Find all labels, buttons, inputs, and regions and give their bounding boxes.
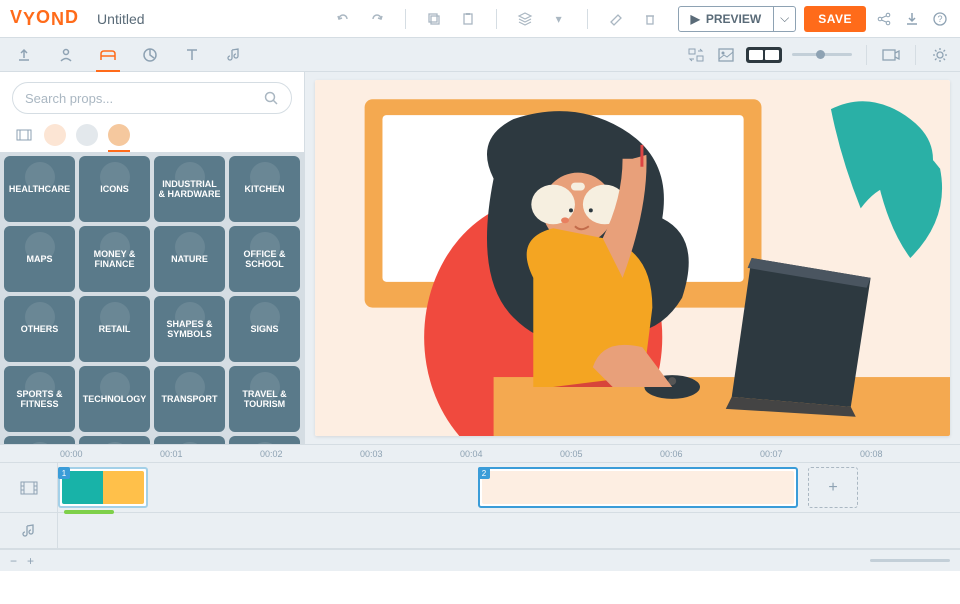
style-filter-2[interactable] (76, 124, 98, 146)
stage[interactable] (315, 80, 950, 436)
search-input[interactable] (12, 82, 292, 114)
top-toolbar: VYOND Untitled ▾ ▶PREVIEW ⌵ SAVE ? (0, 0, 960, 38)
add-scene-button[interactable]: + (808, 467, 858, 508)
paste-icon[interactable] (458, 9, 478, 29)
prop-category[interactable]: NATURE (154, 226, 225, 292)
svg-text:?: ? (937, 14, 942, 24)
settings-icon[interactable] (930, 45, 950, 65)
character-tab-icon[interactable] (52, 41, 80, 69)
prop-category[interactable]: ICONS (79, 156, 150, 222)
audio-track (0, 513, 960, 549)
time-ruler[interactable]: 00:0000:0100:0200:0300:0400:0500:0600:07… (0, 445, 960, 463)
zoom-in-button[interactable]: + (27, 554, 34, 568)
prop-category[interactable]: HEALTHCARE (4, 156, 75, 222)
ruler-tick: 00:04 (460, 445, 560, 462)
download-icon[interactable] (902, 9, 922, 29)
undo-icon[interactable] (333, 9, 353, 29)
style-filter-3[interactable] (108, 124, 130, 146)
ruler-tick: 00:07 (760, 445, 860, 462)
prop-category[interactable] (4, 436, 75, 444)
help-icon[interactable]: ? (930, 9, 950, 29)
prop-category[interactable]: SHAPES & SYMBOLS (154, 296, 225, 362)
save-button[interactable]: SAVE (804, 6, 866, 32)
video-track-body[interactable]: 1 2+ (58, 463, 960, 512)
prop-category-grid: HEALTHCAREICONSINDUSTRIAL & HARDWAREKITC… (0, 152, 304, 444)
eraser-icon[interactable] (606, 9, 626, 29)
ruler-tick: 00:03 (360, 445, 460, 462)
prop-category[interactable]: TRAVEL & TOURISM (229, 366, 300, 432)
film-track-icon[interactable] (0, 463, 58, 512)
search-icon (263, 90, 279, 106)
zoom-out-button[interactable]: − (10, 554, 17, 568)
prop-category[interactable]: MONEY & FINANCE (79, 226, 150, 292)
prop-category[interactable] (229, 436, 300, 444)
audio-track-icon[interactable] (0, 513, 58, 548)
audio-track-body[interactable] (58, 513, 960, 548)
camera-icon[interactable] (881, 45, 901, 65)
ruler-tick: 00:00 (60, 445, 160, 462)
chart-tab-icon[interactable] (136, 41, 164, 69)
ruler-tick: 00:01 (160, 445, 260, 462)
prop-category[interactable] (154, 436, 225, 444)
upload-tab-icon[interactable] (10, 41, 38, 69)
copy-icon[interactable] (424, 9, 444, 29)
workspace: HEALTHCAREICONSINDUSTRIAL & HARDWAREKITC… (0, 72, 960, 444)
prop-category[interactable]: MAPS (4, 226, 75, 292)
prop-category[interactable]: OFFICE & SCHOOL (229, 226, 300, 292)
film-icon[interactable] (14, 125, 34, 145)
share-icon[interactable] (874, 9, 894, 29)
trash-icon[interactable] (640, 9, 660, 29)
aspect-toggle[interactable] (746, 47, 782, 63)
ruler-tick: 00:08 (860, 445, 960, 462)
zoom-slider[interactable] (792, 53, 852, 56)
timeline-zoom-slider[interactable] (870, 559, 950, 562)
prop-category[interactable] (79, 436, 150, 444)
props-panel: HEALTHCAREICONSINDUSTRIAL & HARDWAREKITC… (0, 72, 305, 444)
tool-toolbar (0, 38, 960, 72)
timeline-clip[interactable]: 1 (58, 467, 148, 508)
logo: VYOND (10, 8, 79, 29)
prop-category[interactable]: INDUSTRIAL & HARDWARE (154, 156, 225, 222)
prop-category[interactable]: TRANSPORT (154, 366, 225, 432)
prop-category[interactable]: SPORTS & FITNESS (4, 366, 75, 432)
prop-category[interactable]: TECHNOLOGY (79, 366, 150, 432)
image-icon[interactable] (716, 45, 736, 65)
prop-category[interactable]: SIGNS (229, 296, 300, 362)
props-tab-icon[interactable] (94, 41, 122, 69)
style-filter-tabs (0, 120, 304, 152)
ruler-tick: 00:02 (260, 445, 360, 462)
ruler-tick: 00:06 (660, 445, 760, 462)
project-title[interactable]: Untitled (97, 11, 144, 27)
prop-category[interactable]: KITCHEN (229, 156, 300, 222)
preview-caret-icon[interactable]: ⌵ (773, 7, 795, 31)
preview-button[interactable]: ▶PREVIEW ⌵ (678, 6, 797, 32)
layers-icon[interactable] (515, 9, 535, 29)
timeline-controls: − + (0, 549, 960, 571)
video-track: 1 2+ (0, 463, 960, 513)
redo-icon[interactable] (367, 9, 387, 29)
prop-category[interactable]: RETAIL (79, 296, 150, 362)
prop-category[interactable]: OTHERS (4, 296, 75, 362)
style-filter-1[interactable] (44, 124, 66, 146)
text-tab-icon[interactable] (178, 41, 206, 69)
replace-icon[interactable] (686, 45, 706, 65)
canvas-area (305, 72, 960, 444)
chevron-down-icon[interactable]: ▾ (549, 9, 569, 29)
ruler-tick: 00:05 (560, 445, 660, 462)
timeline: 00:0000:0100:0200:0300:0400:0500:0600:07… (0, 444, 960, 571)
audio-tab-icon[interactable] (220, 41, 248, 69)
timeline-clip[interactable]: 2 (478, 467, 798, 508)
